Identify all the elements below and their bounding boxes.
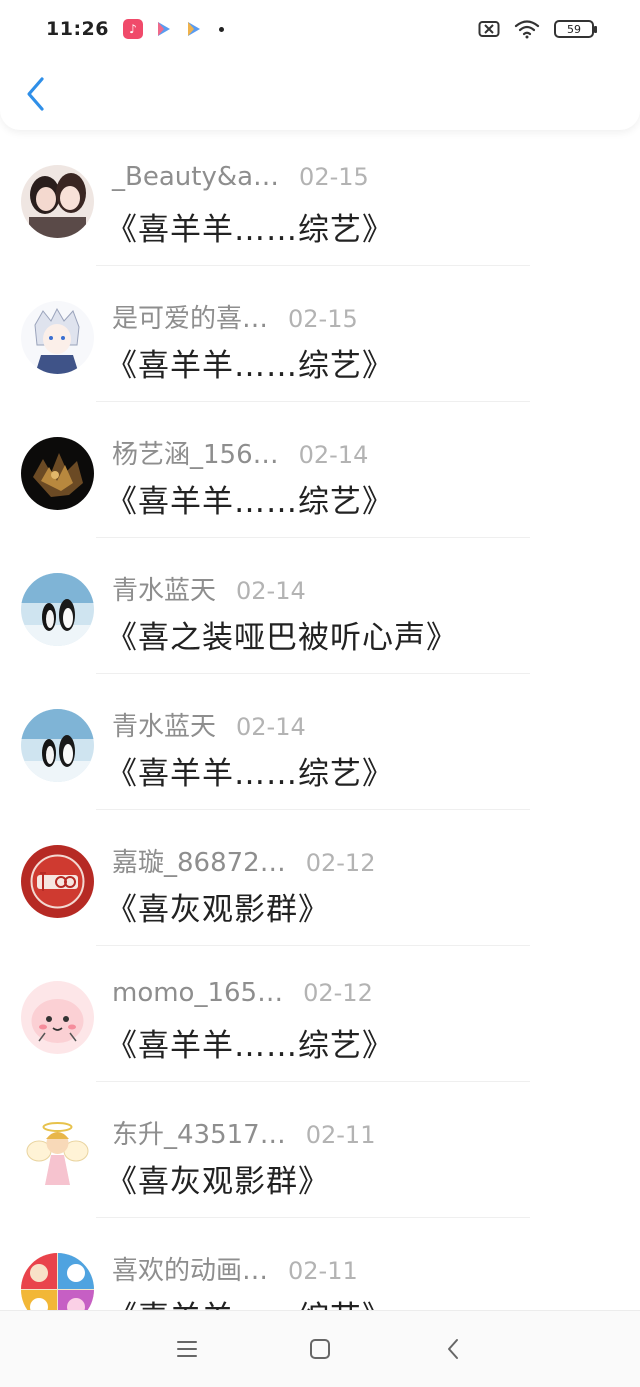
menu-icon [176,1341,197,1357]
sender-name: _Beauty&a… [112,162,280,192]
row-meta: 是可爱的喜… 02-15 [112,298,358,335]
sender-name: 东升_43517… [112,1120,286,1150]
message-preview: 《喜羊羊……综艺》 [106,484,394,520]
avatar[interactable] [21,981,94,1054]
message-preview: 《喜羊羊……综艺》 [106,1292,394,1310]
home-square-icon [309,1339,330,1359]
conversation-row[interactable]: 青水蓝天 02-14 《喜之装哑巴被听心声》 [0,538,640,674]
status-time: 11:26 [46,18,109,40]
message-date: 02-12 [303,979,373,1007]
message-date: 02-12 [305,849,376,877]
back-button[interactable] [18,72,52,116]
conversation-row[interactable]: 是可爱的喜… 02-15 《喜羊羊……综艺》 [0,266,640,402]
avatar[interactable] [21,845,94,918]
avatar[interactable] [21,1117,94,1190]
sender-name: 杨艺涵_156… [112,440,279,470]
message-date: 02-14 [236,713,306,741]
row-meta: 青水蓝天 02-14 [112,570,306,607]
system-nav-bar [0,1310,640,1387]
row-meta: 东升_43517… 02-11 [112,1114,375,1151]
avatar[interactable] [21,709,94,782]
message-preview: 《喜之装哑巴被听心声》 [106,620,458,656]
avatar[interactable] [21,165,94,238]
conversation-row[interactable]: _Beauty&a… 02-15 《喜羊羊……综艺》 [0,130,640,266]
sender-name: momo_165… [112,978,284,1008]
menu-button[interactable] [167,1329,207,1369]
avatar[interactable] [21,437,94,510]
row-meta: momo_165… 02-12 [112,978,373,1008]
battery-icon: 59 [554,20,597,38]
chevron-left-icon [27,77,44,111]
sender-name: 青水蓝天 [112,576,217,606]
message-date: 02-11 [288,1257,358,1285]
conversation-row[interactable]: 青水蓝天 02-14 《喜羊羊……综艺》 [0,674,640,810]
message-date: 02-15 [288,305,358,333]
message-preview: 《喜羊羊……综艺》 [106,756,394,792]
wifi-icon [514,20,540,39]
status-bar: 11:26 ♪ 59 [0,0,640,58]
avatar[interactable] [21,1253,94,1310]
message-preview: 《喜羊羊……综艺》 [106,348,394,384]
message-date: 02-15 [299,163,369,191]
message-preview: 《喜灰观影群》 [106,1164,330,1200]
notification-icons: ♪ [122,19,224,39]
row-meta: 喜欢的动画… 02-11 [112,1250,358,1287]
row-meta: 嘉璇_86872… 02-12 [112,842,375,879]
video-play-icon [183,19,203,39]
conversation-row[interactable]: 喜欢的动画… 02-11 《喜羊羊……综艺》 [0,1218,640,1310]
back-triangle-icon [448,1339,459,1359]
status-right: 59 [478,19,597,39]
sender-name: 青水蓝天 [112,712,217,742]
message-preview: 《喜羊羊……综艺》 [106,1028,394,1064]
message-date: 02-14 [298,441,369,469]
more-notifications-dot [218,26,224,32]
message-preview: 《喜羊羊……综艺》 [106,212,394,248]
system-back-button[interactable] [433,1329,473,1369]
douyin-icon: ♪ [122,19,143,39]
sender-name: 嘉璇_86872… [112,848,286,878]
conversation-row[interactable]: 嘉璇_86872… 02-12 《喜灰观影群》 [0,810,640,946]
row-meta: 青水蓝天 02-14 [112,706,306,743]
home-button[interactable] [300,1329,340,1369]
message-date: 02-14 [236,577,306,605]
video-play-icon [153,19,173,39]
conversation-row[interactable]: 东升_43517… 02-11 《喜灰观影群》 [0,1082,640,1218]
sim-off-icon [478,21,500,37]
sender-name: 是可爱的喜… [112,304,269,334]
avatar[interactable] [21,573,94,646]
row-meta: _Beauty&a… 02-15 [112,162,369,192]
avatar[interactable] [21,301,94,374]
row-meta: 杨艺涵_156… 02-14 [112,434,368,471]
conversation-row[interactable]: 杨艺涵_156… 02-14 《喜羊羊……综艺》 [0,402,640,538]
screen: 11:26 ♪ 59 _Beauty&a… 02-15 《喜羊羊……综艺》 是可… [0,0,640,1387]
message-date: 02-11 [305,1121,376,1149]
sender-name: 喜欢的动画… [112,1256,269,1286]
message-preview: 《喜灰观影群》 [106,892,330,928]
conversation-list[interactable]: _Beauty&a… 02-15 《喜羊羊……综艺》 是可爱的喜… 02-15 … [0,130,640,1310]
conversation-row[interactable]: momo_165… 02-12 《喜羊羊……综艺》 [0,946,640,1082]
